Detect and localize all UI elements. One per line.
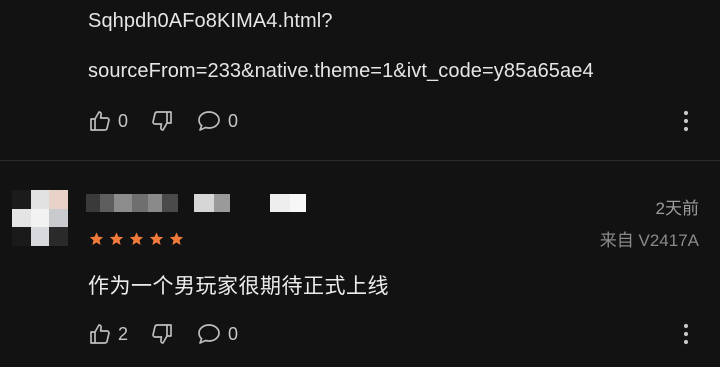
dislike-button[interactable] <box>150 322 174 346</box>
star-icon <box>169 232 184 245</box>
comment-bubble-icon <box>196 322 222 346</box>
like-button[interactable]: 2 <box>88 322 128 346</box>
comment-divider <box>0 160 720 161</box>
comment-bubble-icon <box>196 109 222 133</box>
prev-dislike-button[interactable] <box>150 109 174 133</box>
thumbs-up-icon <box>88 322 112 346</box>
prev-comment-actions: 0 0 <box>88 108 260 134</box>
thumbs-down-icon <box>150 322 174 346</box>
avatar[interactable] <box>12 190 68 246</box>
reply-button[interactable]: 0 <box>196 322 238 346</box>
prev-like-button[interactable]: 0 <box>88 109 128 133</box>
prev-comment-text-line1: Sqhpdh0AFo8KIMA4.html? <box>88 10 333 32</box>
thumbs-up-icon <box>88 109 112 133</box>
prev-comment-text-line2: sourceFrom=233&native.theme=1&ivt_code=y… <box>88 60 594 82</box>
more-vertical-icon <box>679 323 693 350</box>
rating-stars <box>88 231 188 247</box>
star-icon <box>89 232 104 245</box>
thumbs-down-icon <box>150 109 174 133</box>
prev-reply-count: 0 <box>228 110 239 131</box>
username-mosaic[interactable] <box>86 194 306 212</box>
comment-text: 作为一个男玩家很期待正式上线 <box>88 275 389 298</box>
reply-count: 0 <box>228 323 239 344</box>
like-count: 2 <box>118 323 129 344</box>
star-icon <box>109 232 124 245</box>
more-button[interactable] <box>679 322 693 346</box>
prev-like-count: 0 <box>118 110 129 131</box>
comment-device: 来自 V2417A <box>599 231 699 250</box>
prev-reply-button[interactable]: 0 <box>196 109 238 133</box>
star-icon <box>129 232 144 245</box>
more-vertical-icon <box>679 110 693 137</box>
star-icon <box>149 232 164 245</box>
comment-actions: 2 0 <box>88 321 260 347</box>
comment-time: 2天前 <box>655 199 699 218</box>
prev-more-button[interactable] <box>679 109 693 133</box>
